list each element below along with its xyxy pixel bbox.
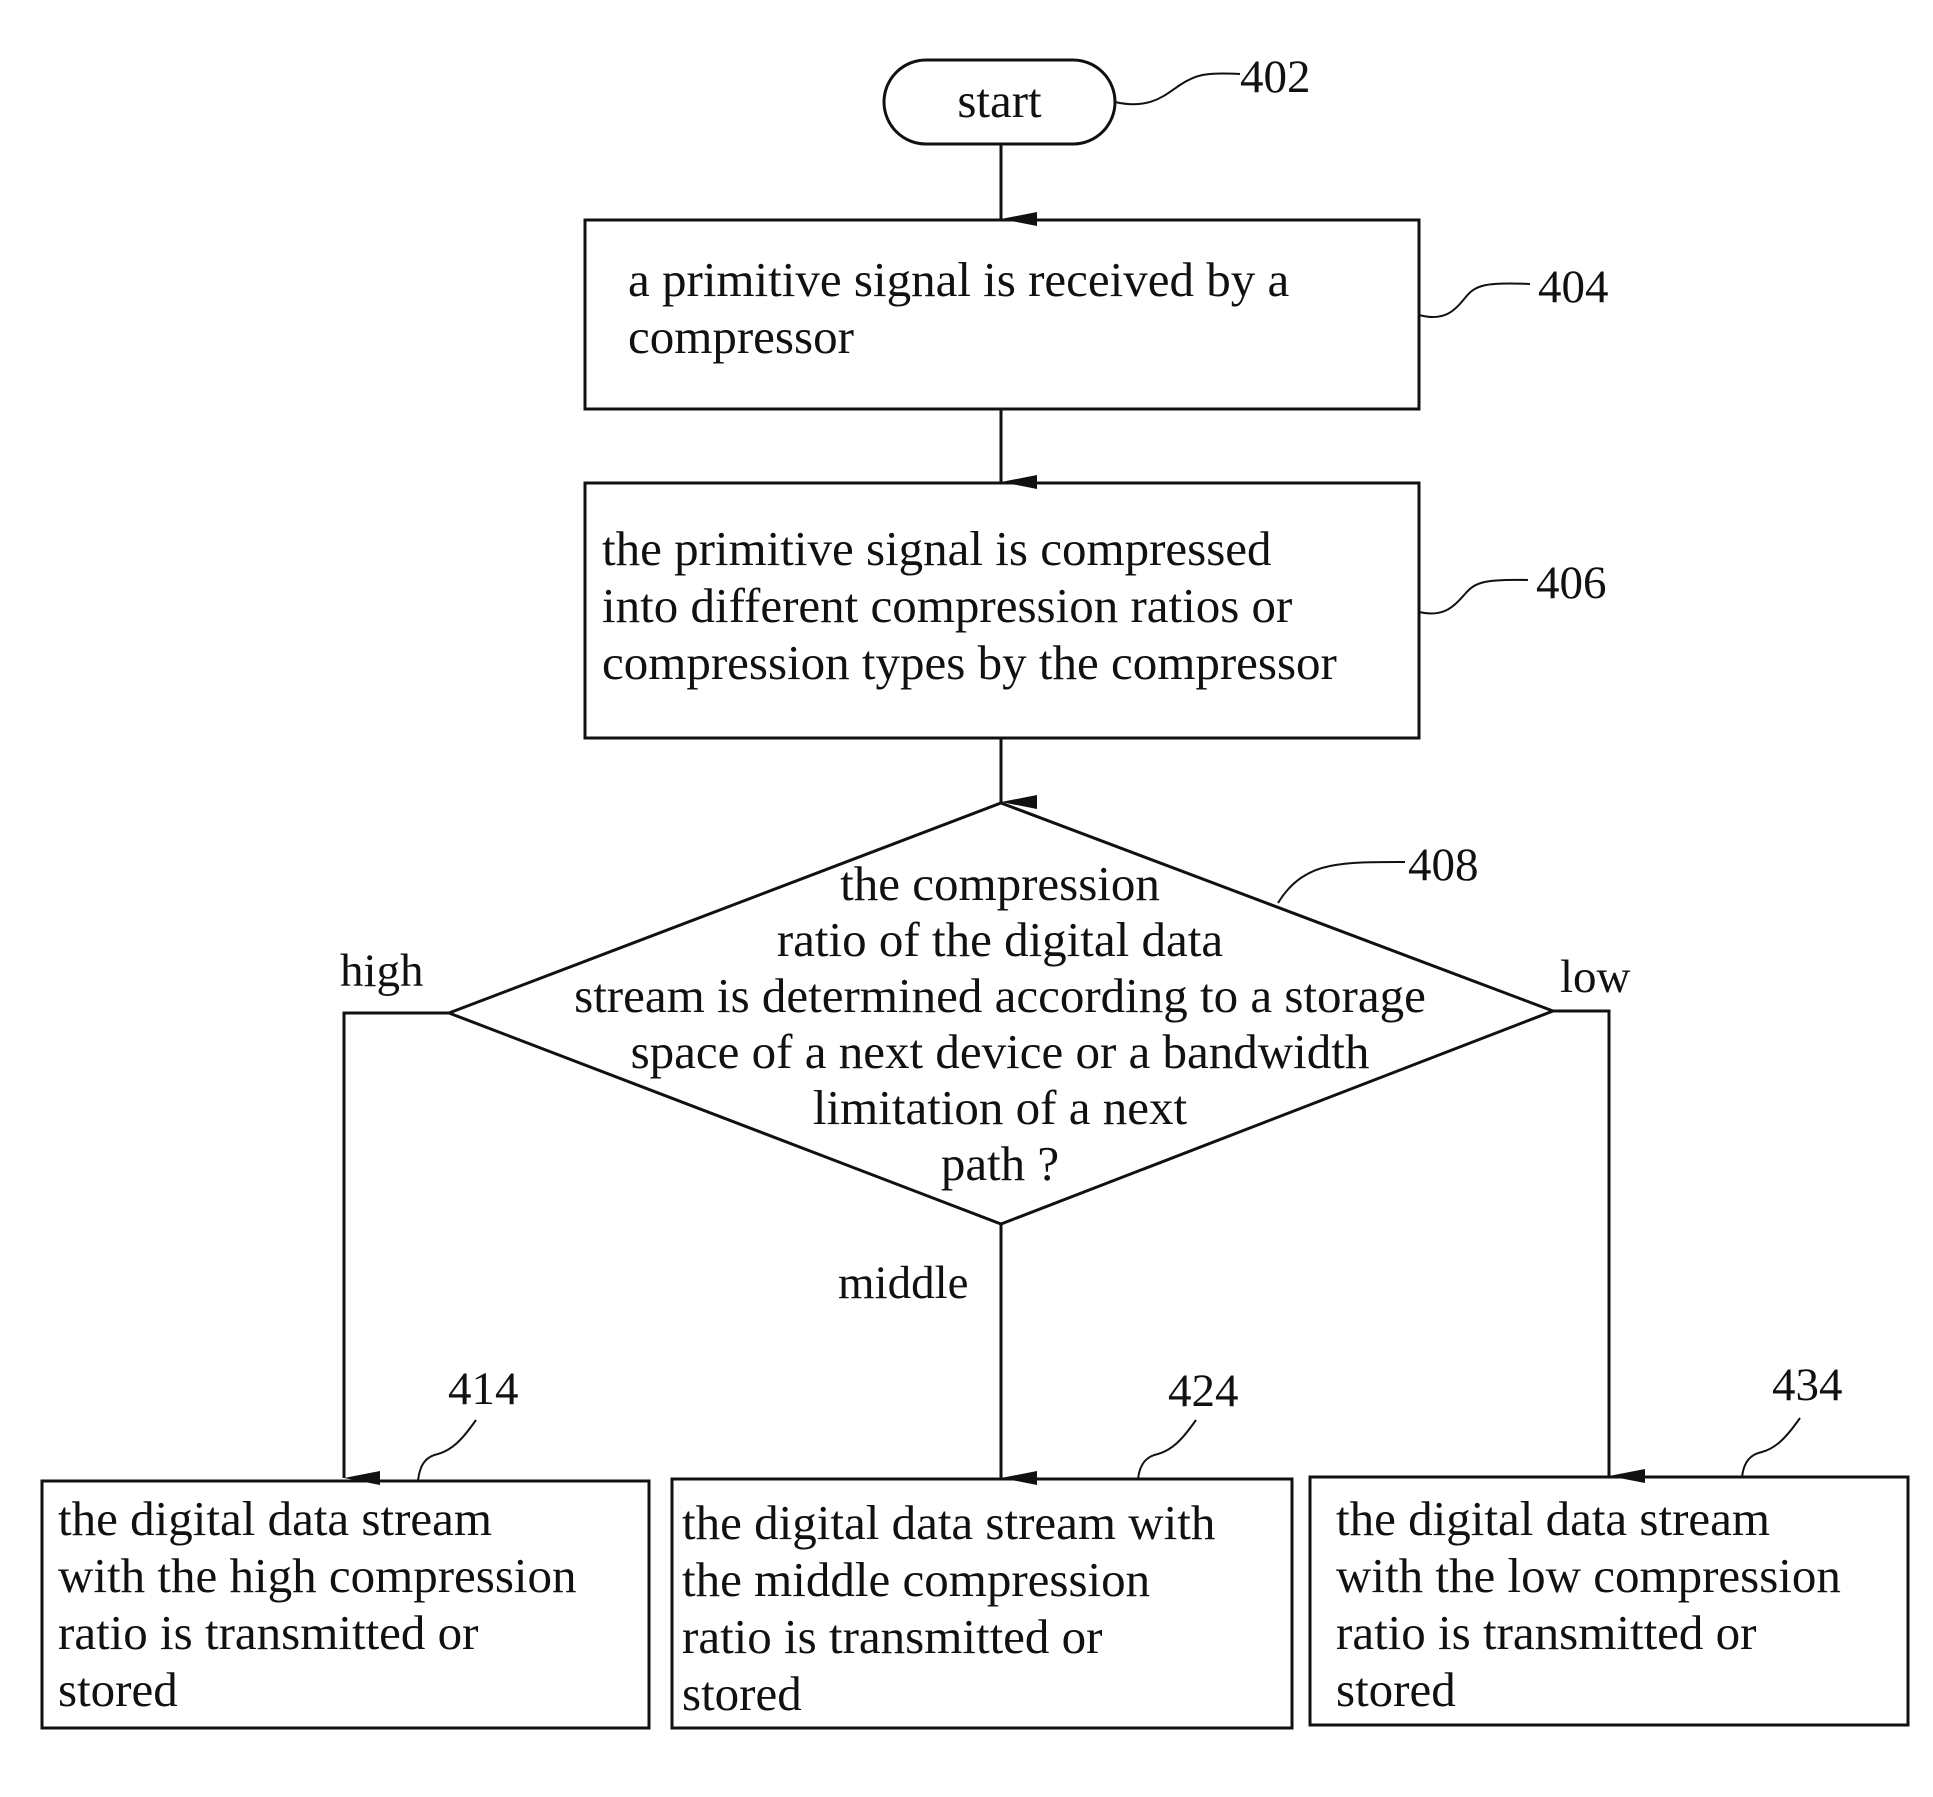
branch-low-label: low xyxy=(1560,951,1631,1003)
high-output-text: the digital data stream with the high co… xyxy=(58,1491,577,1717)
low-output-text: the digital data stream with the low com… xyxy=(1336,1491,1841,1717)
branch-middle-label: middle xyxy=(838,1257,969,1309)
start-label: start xyxy=(957,73,1042,128)
compress-text: the primitive signal is compressed into … xyxy=(602,521,1337,690)
leader-414 xyxy=(417,1419,477,1482)
leader-402 xyxy=(1114,72,1241,106)
decision-text: the compression ratio of the digital dat… xyxy=(574,856,1426,1191)
middle-output-text: the digital data stream with the middle … xyxy=(682,1495,1216,1721)
branch-high-label: high xyxy=(340,945,424,997)
branch-high-line xyxy=(342,1011,449,1485)
leader-406 xyxy=(1418,578,1529,615)
ref-414: 414 xyxy=(448,1363,519,1415)
ref-408: 408 xyxy=(1408,839,1479,891)
branch-low-line xyxy=(1553,1009,1645,1483)
ref-406: 406 xyxy=(1536,557,1607,609)
leader-424 xyxy=(1137,1419,1197,1480)
ref-402: 402 xyxy=(1240,51,1311,103)
ref-404: 404 xyxy=(1538,261,1609,313)
leader-434 xyxy=(1741,1417,1801,1478)
leader-404 xyxy=(1418,282,1531,318)
ref-434: 434 xyxy=(1772,1359,1843,1411)
ref-424: 424 xyxy=(1168,1365,1239,1417)
receive-text: a primitive signal is received by a comp… xyxy=(628,252,1290,364)
